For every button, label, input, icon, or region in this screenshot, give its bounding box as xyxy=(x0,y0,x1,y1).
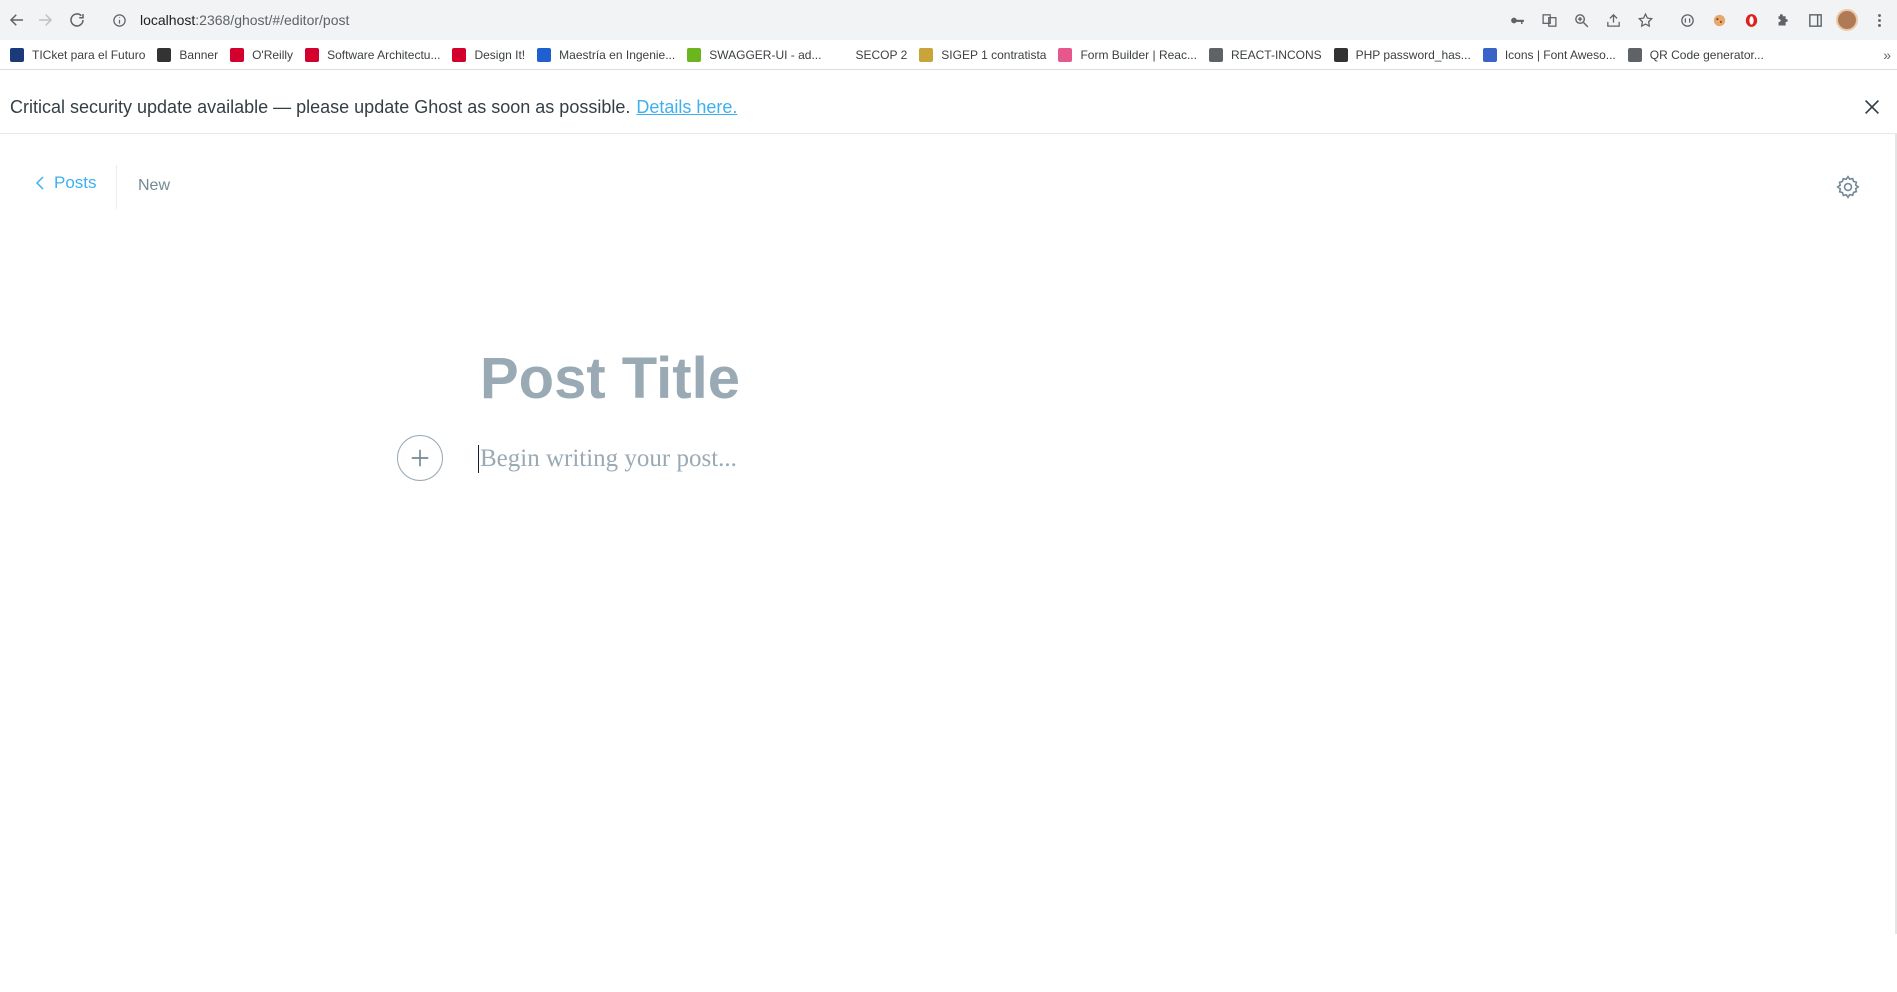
header-divider xyxy=(116,165,117,209)
bookmark-item[interactable]: TICket para el Futuro xyxy=(6,42,153,68)
bookmark-item[interactable]: SWAGGER-UI - ad... xyxy=(683,42,829,68)
bookmark-favicon-icon xyxy=(1058,47,1073,62)
alert-details-link[interactable]: Details here. xyxy=(636,97,737,118)
forward-arrow-icon[interactable] xyxy=(28,3,62,37)
opera-icon[interactable] xyxy=(1737,6,1765,34)
url-path: :2368/ghost/#/editor/post xyxy=(195,12,350,28)
url-host: localhost xyxy=(140,12,196,28)
add-card-button[interactable] xyxy=(397,435,443,481)
chevron-left-icon xyxy=(35,176,44,190)
back-link-label: Posts xyxy=(54,173,97,192)
bookmark-favicon-icon xyxy=(687,47,702,62)
extension-circle-icon[interactable] xyxy=(1673,6,1701,34)
bookmark-favicon-icon xyxy=(833,47,848,62)
bookmark-item[interactable]: SIGEP 1 contratista xyxy=(915,42,1054,68)
bookmark-label: O'Reilly xyxy=(252,47,294,62)
bookmark-label: TICket para el Futuro xyxy=(32,47,146,62)
bookmark-label: PHP password_has... xyxy=(1355,47,1471,62)
bookmark-label: SWAGGER-UI - ad... xyxy=(709,47,822,62)
bookmark-item[interactable]: Form Builder | Reac... xyxy=(1054,42,1204,68)
bookmark-item[interactable]: REACT-INCONS xyxy=(1205,42,1330,68)
close-icon[interactable] xyxy=(1861,96,1883,118)
settings-gear-icon[interactable] xyxy=(1835,174,1861,200)
post-status: New xyxy=(138,177,171,194)
bookmark-label: SIGEP 1 contratista xyxy=(941,47,1047,62)
bookmark-item[interactable]: Icons | Font Aweso... xyxy=(1479,42,1624,68)
text-cursor xyxy=(478,445,479,473)
bookmark-label: SECOP 2 xyxy=(855,47,908,62)
browser-toolbar: localhost:2368/ghost/#/editor/post xyxy=(0,0,1897,40)
bookmark-favicon-icon xyxy=(919,47,934,62)
profile-avatar[interactable] xyxy=(1833,6,1861,34)
bookmarks-bar: TICket para el Futuro Banner O'Reilly Softw… xyxy=(0,40,1897,70)
bookmark-item[interactable]: Maestría en Ingenie... xyxy=(533,42,683,68)
translate-icon[interactable] xyxy=(1535,6,1563,34)
bookmark-item[interactable]: PHP password_has... xyxy=(1330,42,1479,68)
address-bar[interactable]: localhost:2368/ghost/#/editor/post xyxy=(100,6,1510,34)
bookmark-favicon-icon xyxy=(452,47,467,62)
bookmark-label: Icons | Font Aweso... xyxy=(1504,47,1616,62)
alert-text: Critical security update available — ple… xyxy=(10,97,631,117)
bookmark-label: Maestría en Ingenie... xyxy=(559,47,676,62)
extension-cookie-icon[interactable] xyxy=(1705,6,1733,34)
security-alert-banner: Critical security update available — ple… xyxy=(0,82,1897,134)
post-body-editor[interactable]: Begin writing your post... xyxy=(480,445,737,473)
bookmark-item[interactable]: Design It! xyxy=(448,42,533,68)
share-icon[interactable] xyxy=(1599,6,1627,34)
bookmark-favicon-icon xyxy=(1333,47,1348,62)
post-title-input[interactable]: Post Title xyxy=(480,345,1380,412)
bookmark-item[interactable]: SECOP 2 xyxy=(829,42,915,68)
bookmark-favicon-icon xyxy=(1208,47,1223,62)
key-icon[interactable] xyxy=(1503,6,1531,34)
back-to-posts-link[interactable]: Posts xyxy=(34,173,97,193)
bookmark-favicon-icon xyxy=(1482,47,1497,62)
bookmark-item[interactable]: QR Code generator... xyxy=(1624,42,1772,68)
bookmark-item[interactable]: Software Architectu... xyxy=(301,42,448,68)
bookmark-label: Banner xyxy=(179,47,219,62)
bookmark-label: Software Architectu... xyxy=(327,47,441,62)
zoom-icon[interactable] xyxy=(1567,6,1595,34)
reload-icon[interactable] xyxy=(60,3,94,37)
browser-extensions xyxy=(1503,4,1897,36)
bookmark-star-icon[interactable] xyxy=(1631,6,1659,34)
menu-dots-icon[interactable] xyxy=(1865,6,1893,34)
bookmark-label: QR Code generator... xyxy=(1649,47,1764,62)
bookmark-label: Form Builder | Reac... xyxy=(1080,47,1197,62)
side-panel-icon[interactable] xyxy=(1801,6,1829,34)
bookmarks-overflow-button[interactable]: » xyxy=(1883,40,1891,70)
bookmark-label: Design It! xyxy=(474,47,526,62)
bookmark-favicon-icon xyxy=(305,47,320,62)
bookmark-item[interactable]: O'Reilly xyxy=(226,42,301,68)
bookmark-favicon-icon xyxy=(537,47,552,62)
plus-icon xyxy=(411,449,429,467)
url-text: localhost:2368/ghost/#/editor/post xyxy=(140,12,349,28)
bookmark-favicon-icon xyxy=(1627,47,1642,62)
bookmark-favicon-icon xyxy=(230,47,245,62)
bookmark-favicon-icon xyxy=(157,47,172,62)
editor-header: Posts New xyxy=(0,165,1897,211)
bookmark-label: REACT-INCONS xyxy=(1230,47,1322,62)
bookmark-item[interactable]: Banner xyxy=(153,42,226,68)
info-icon[interactable] xyxy=(110,11,128,29)
extensions-puzzle-icon[interactable] xyxy=(1769,6,1797,34)
bookmark-favicon-icon xyxy=(10,47,24,62)
